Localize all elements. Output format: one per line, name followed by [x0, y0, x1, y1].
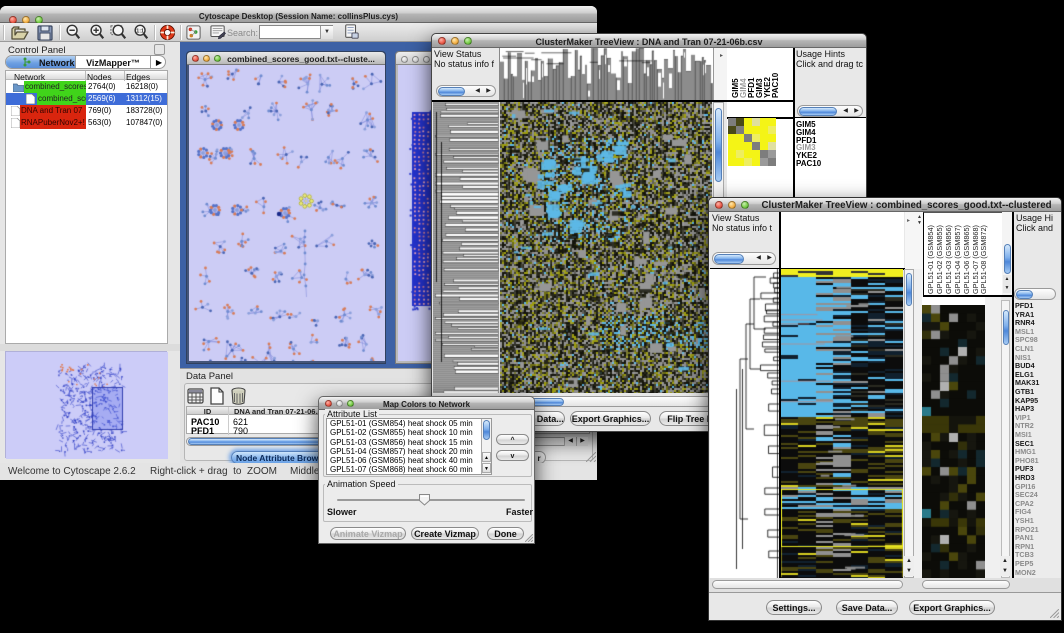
svg-text:1:1: 1:1	[136, 29, 144, 35]
